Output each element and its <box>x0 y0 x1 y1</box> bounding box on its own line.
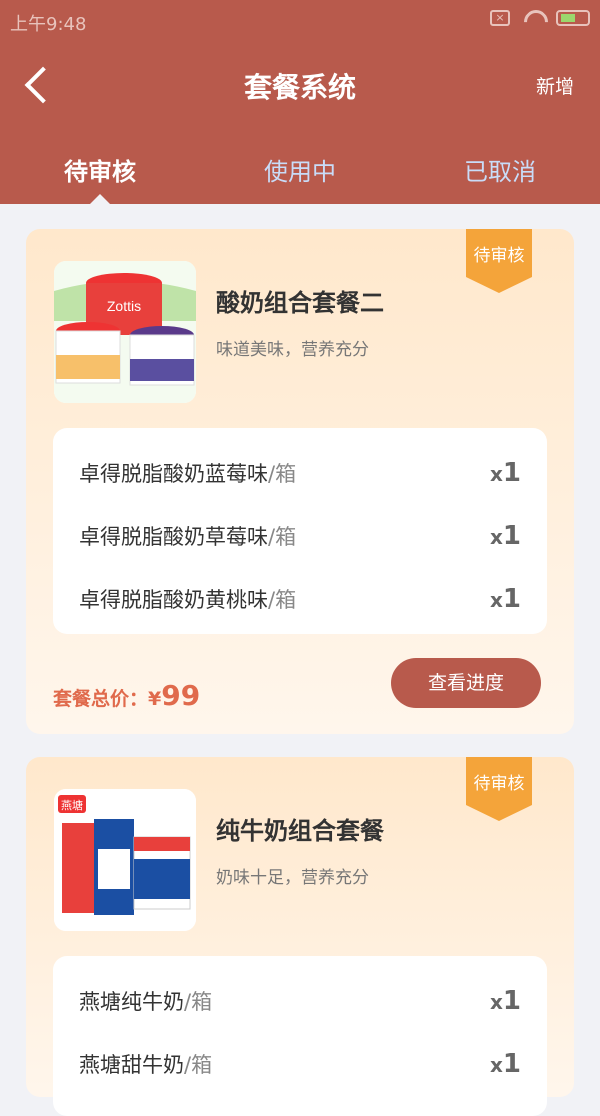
list-item: 卓得脱脂酸奶草莓味/箱 x1 <box>79 521 521 551</box>
package-card[interactable]: 待审核 Zottis 酸奶组合套餐二 味道美味，营养充分 卓得脱脂酸奶蓝莓味/箱… <box>26 229 574 734</box>
status-badge: 待审核 <box>466 229 532 293</box>
item-name: 卓得脱脂酸奶黄桃味 <box>79 588 268 612</box>
tab-label: 待审核 <box>64 158 136 186</box>
item-name: 卓得脱脂酸奶草莓味 <box>79 525 268 549</box>
item-name-group: 卓得脱脂酸奶草莓味/箱 <box>79 521 296 551</box>
price-label: 套餐总价：¥ <box>53 688 162 710</box>
item-name: 卓得脱脂酸奶蓝莓味 <box>79 462 268 486</box>
brand-text: 燕塘 <box>61 798 83 812</box>
tab-label: 已取消 <box>464 158 536 186</box>
item-unit: /箱 <box>184 990 213 1014</box>
quantity-value: 1 <box>502 584 521 614</box>
quantity-value: 1 <box>502 458 521 488</box>
item-quantity: x1 <box>490 458 521 488</box>
wifi-icon <box>522 10 544 26</box>
item-list: 卓得脱脂酸奶蓝莓味/箱 x1 卓得脱脂酸奶草莓味/箱 x1 卓得脱脂酸奶黄桃味/… <box>53 428 547 634</box>
item-name: 燕塘甜牛奶 <box>79 1053 184 1077</box>
tab-cancelled[interactable]: 已取消 <box>400 138 600 204</box>
quantity-prefix: x <box>490 588 503 612</box>
tab-pending[interactable]: 待审核 <box>0 138 200 204</box>
tab-in-use[interactable]: 使用中 <box>200 138 400 204</box>
item-quantity: x1 <box>490 521 521 551</box>
package-card[interactable]: 待审核 燕塘 纯牛奶组合套餐 奶味十足，营养充分 燕塘纯牛奶/箱 x1 燕塘甜牛… <box>26 757 574 1116</box>
quantity-prefix: x <box>490 462 503 486</box>
status-badge: 待审核 <box>466 757 532 821</box>
battery-icon <box>556 10 590 26</box>
total-price: 套餐总价：¥99 <box>53 679 200 712</box>
item-unit: /箱 <box>268 462 297 486</box>
item-name: 燕塘纯牛奶 <box>79 990 184 1014</box>
quantity-prefix: x <box>490 525 503 549</box>
item-name-group: 燕塘甜牛奶/箱 <box>79 1049 212 1079</box>
tab-indicator <box>90 194 110 204</box>
item-unit: /箱 <box>268 588 297 612</box>
quantity-prefix: x <box>490 1053 503 1077</box>
item-unit: /箱 <box>268 525 297 549</box>
item-name-group: 卓得脱脂酸奶蓝莓味/箱 <box>79 458 296 488</box>
item-name-group: 卓得脱脂酸奶黄桃味/箱 <box>79 584 296 614</box>
list-item: 燕塘纯牛奶/箱 x1 <box>79 986 521 1016</box>
item-quantity: x1 <box>490 584 521 614</box>
quantity-value: 1 <box>502 521 521 551</box>
tab-bar: 待审核 使用中 已取消 <box>0 138 600 204</box>
app-header: 上午9:48 × 套餐系统 新增 待审核 使用中 已取消 <box>0 0 600 204</box>
list-item: 卓得脱脂酸奶黄桃味/箱 x1 <box>79 584 521 614</box>
quantity-value: 1 <box>502 1049 521 1079</box>
page-title: 套餐系统 <box>243 71 356 104</box>
list-item: 卓得脱脂酸奶蓝莓味/箱 x1 <box>79 458 521 488</box>
package-description: 味道美味，营养充分 <box>216 340 369 360</box>
product-image: Zottis <box>54 261 196 403</box>
navbar: 套餐系统 新增 <box>0 42 600 128</box>
status-time: 上午9:48 <box>10 14 87 35</box>
product-image: 燕塘 <box>54 789 196 931</box>
list-item: 燕塘甜牛奶/箱 x1 <box>79 1049 521 1079</box>
item-quantity: x1 <box>490 1049 521 1079</box>
add-button[interactable]: 新增 <box>536 72 574 99</box>
status-icons: × <box>490 10 590 26</box>
item-name-group: 燕塘纯牛奶/箱 <box>79 986 212 1016</box>
price-value: 99 <box>161 679 201 712</box>
package-name: 纯牛奶组合套餐 <box>216 817 384 845</box>
brand-text: Zottis <box>107 298 141 314</box>
item-unit: /箱 <box>184 1053 213 1077</box>
item-quantity: x1 <box>490 986 521 1016</box>
item-list: 燕塘纯牛奶/箱 x1 燕塘甜牛奶/箱 x1 <box>53 956 547 1116</box>
tab-label: 使用中 <box>264 158 336 186</box>
status-bar: 上午9:48 × <box>0 0 600 42</box>
quantity-value: 1 <box>502 986 521 1016</box>
package-name: 酸奶组合套餐二 <box>216 289 384 317</box>
quantity-prefix: x <box>490 990 503 1014</box>
view-progress-button[interactable]: 查看进度 <box>391 658 541 708</box>
package-description: 奶味十足，营养充分 <box>216 868 369 888</box>
sim-icon: × <box>490 10 510 26</box>
